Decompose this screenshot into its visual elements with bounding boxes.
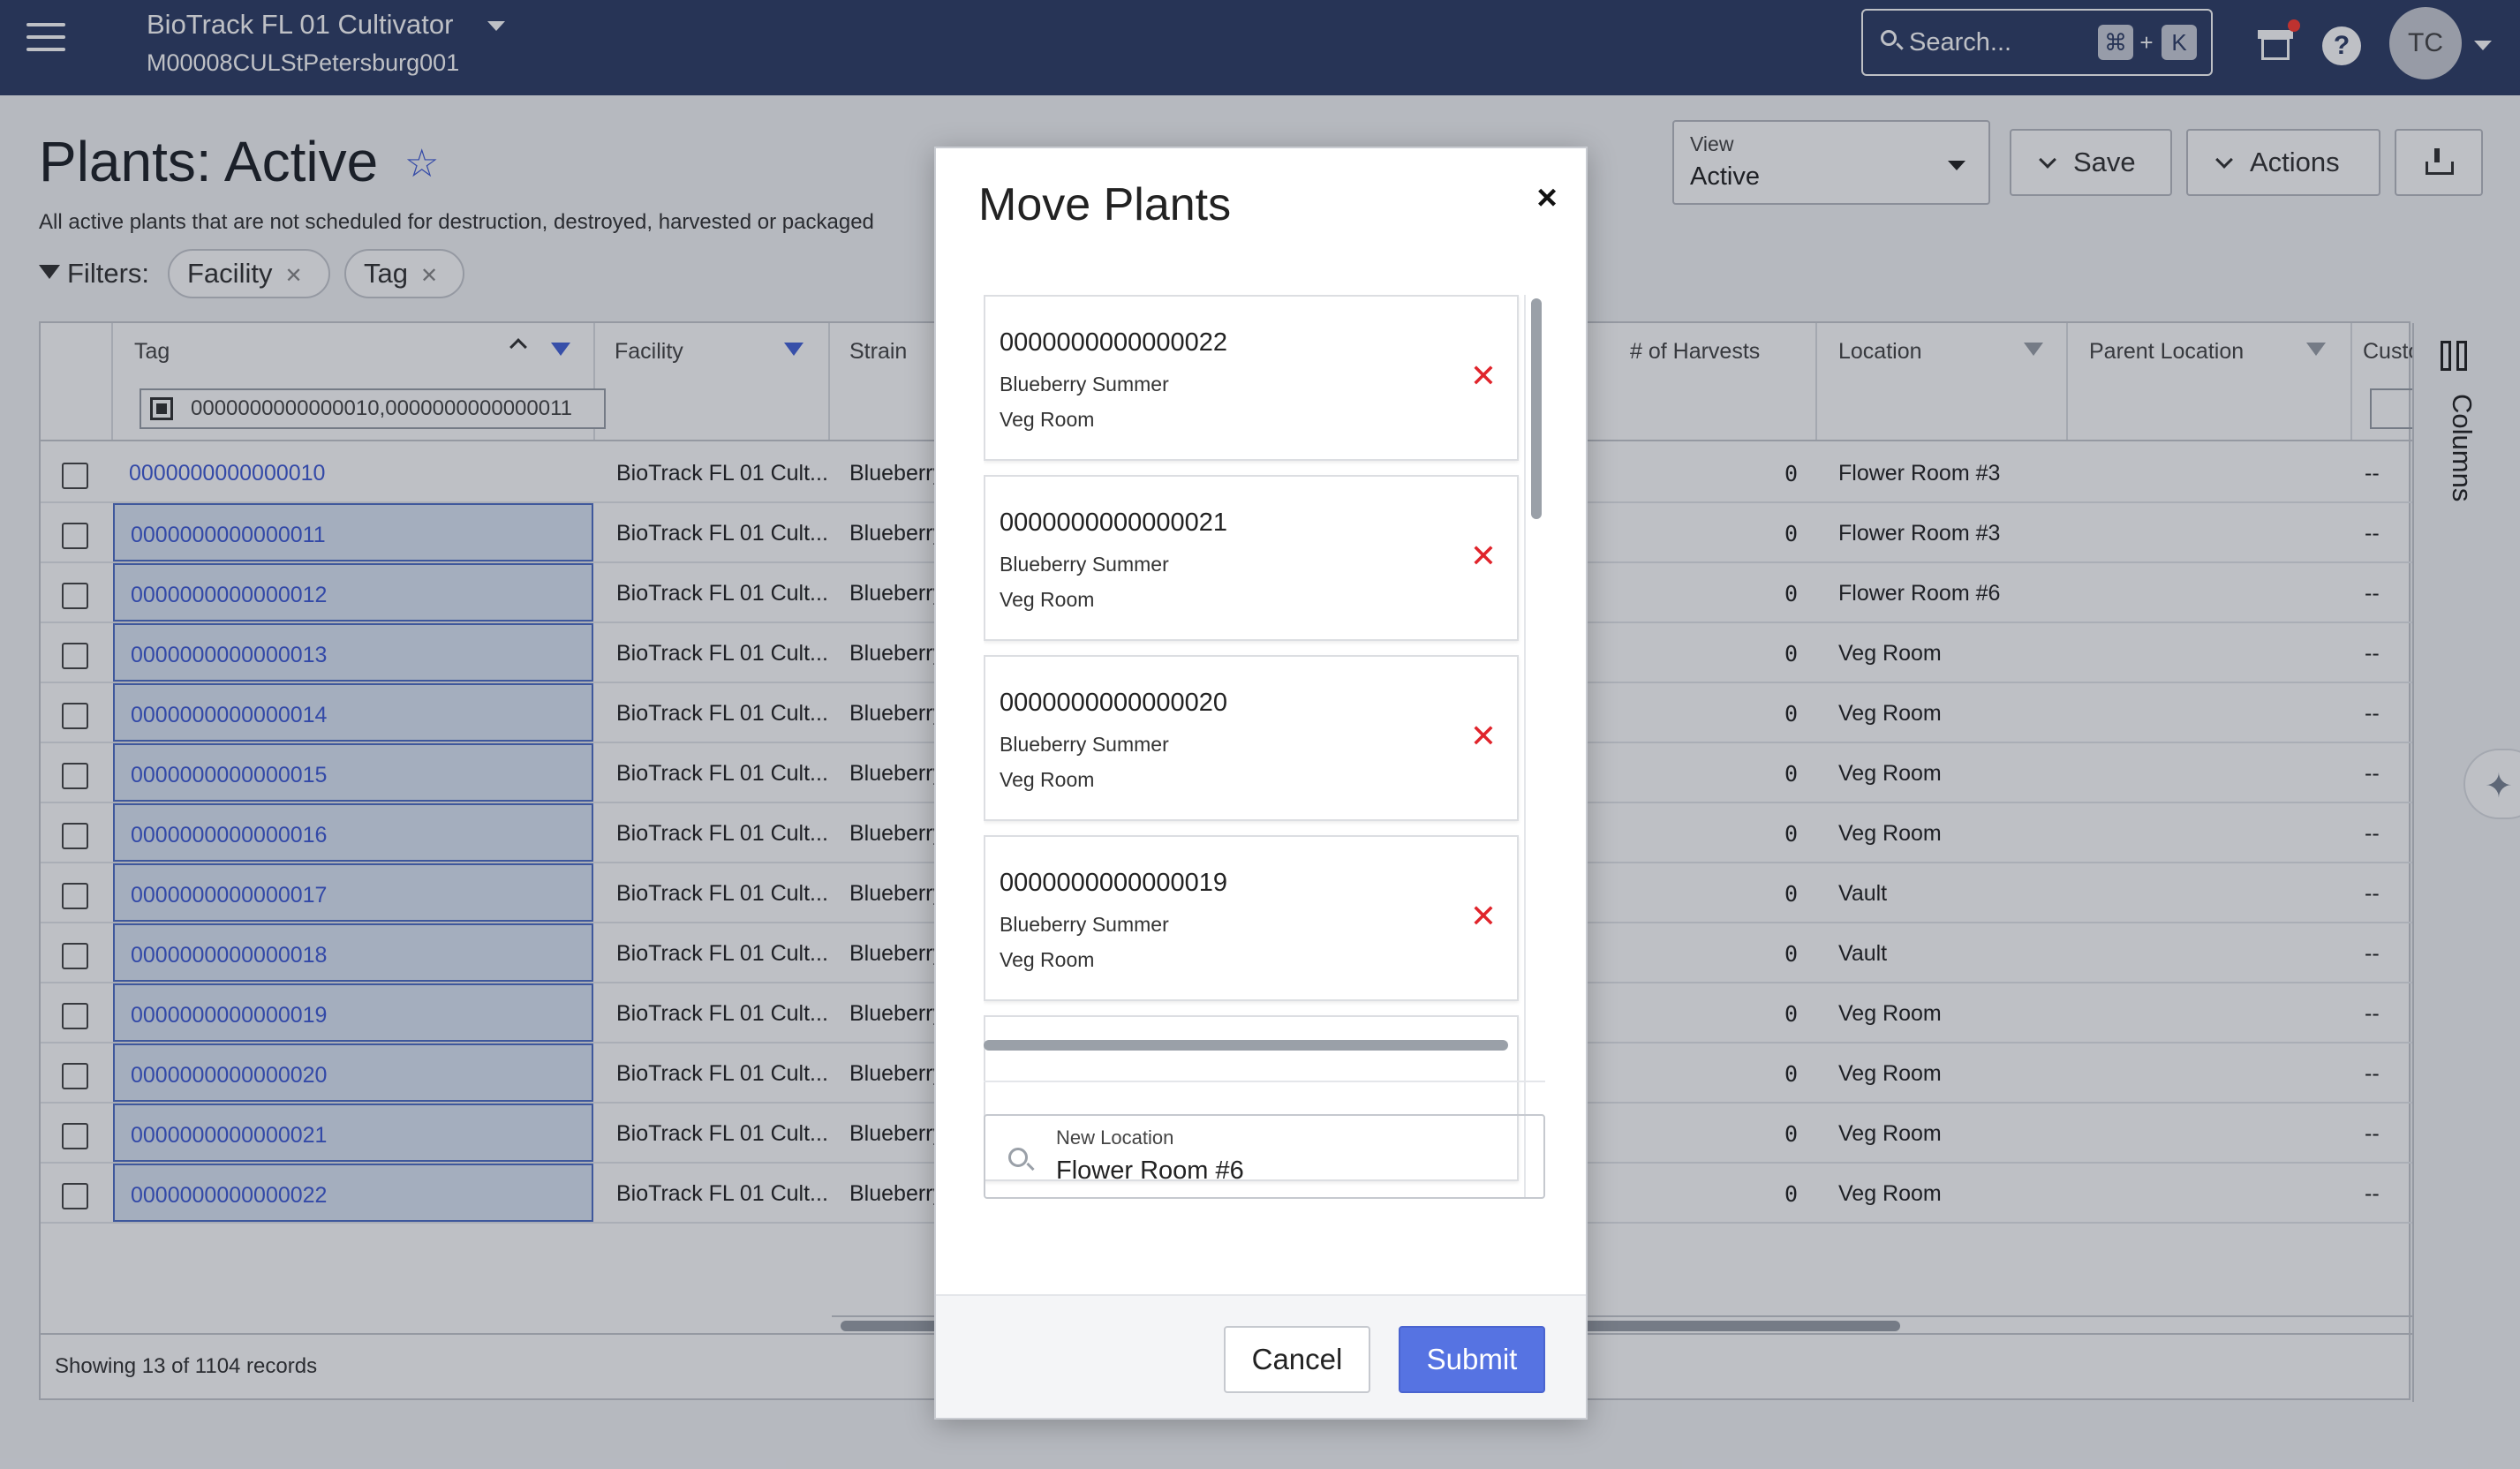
list-vertical-scrollbar[interactable] <box>1524 295 1545 1197</box>
plant-card: 0000000000000019 Blueberry Summer Veg Room… <box>984 835 1519 1001</box>
move-plants-dialog: Move Plants × 0000000000000022 Blueberry … <box>934 147 1588 1420</box>
plant-tag: 0000000000000019 <box>1000 869 1228 897</box>
plant-strain: Blueberry Summer <box>1000 553 1169 576</box>
new-location-input[interactable]: New Location Flower Room #6 <box>984 1114 1545 1199</box>
plant-card: 0000000000000021 Blueberry Summer Veg Room… <box>984 475 1519 641</box>
cancel-button[interactable]: Cancel <box>1224 1326 1370 1393</box>
plant-tag: 0000000000000020 <box>1000 689 1228 717</box>
submit-button[interactable]: Submit <box>1399 1326 1545 1393</box>
new-location-label: New Location <box>1056 1126 1174 1149</box>
list-horizontal-scrollbar[interactable] <box>984 1035 1524 1052</box>
plant-card: 0000000000000020 Blueberry Summer Veg Room… <box>984 655 1519 821</box>
plant-tag: 0000000000000022 <box>1000 328 1228 357</box>
dialog-title: Move Plants <box>978 179 1232 230</box>
dialog-footer: Cancel Submit <box>936 1294 1586 1418</box>
selected-plants-list: 0000000000000022 Blueberry Summer Veg Room… <box>984 295 1545 1197</box>
remove-icon[interactable]: ✕ <box>1467 540 1499 572</box>
remove-icon[interactable]: ✕ <box>1467 720 1499 752</box>
plant-location: Veg Room <box>1000 948 1095 971</box>
dialog-divider <box>984 1081 1545 1082</box>
new-location-value: Flower Room #6 <box>1056 1156 1244 1185</box>
plant-strain: Blueberry Summer <box>1000 733 1169 756</box>
plant-card: 0000000000000022 Blueberry Summer Veg Room… <box>984 295 1519 461</box>
scrollbar-thumb[interactable] <box>984 1040 1508 1051</box>
scrollbar-thumb[interactable] <box>1531 298 1542 519</box>
close-icon[interactable]: × <box>1529 180 1565 215</box>
remove-icon[interactable]: ✕ <box>1467 360 1499 392</box>
plant-location: Veg Room <box>1000 768 1095 791</box>
plant-strain: Blueberry Summer <box>1000 913 1169 936</box>
plant-strain: Blueberry Summer <box>1000 373 1169 396</box>
plant-tag: 0000000000000021 <box>1000 508 1228 537</box>
search-icon <box>1008 1148 1028 1167</box>
remove-icon[interactable]: ✕ <box>1467 900 1499 932</box>
plant-location: Veg Room <box>1000 588 1095 611</box>
plant-location: Veg Room <box>1000 408 1095 431</box>
